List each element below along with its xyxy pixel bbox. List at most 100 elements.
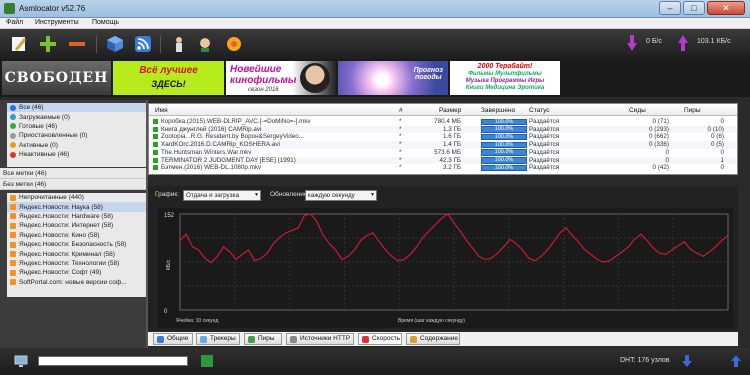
table-row[interactable]: Бэтмен.(2016) WEB-DL.1080p.mkv * 3.2 ГБ Раз… xyxy=(149,164,737,172)
col-peers[interactable]: Пиры xyxy=(684,107,701,114)
cell-name: Бэтмен.(2016) WEB-DL.1080p.mkv xyxy=(161,164,262,172)
feed-item[interactable]: Яндекс.Новости: Софт (49) xyxy=(7,268,146,277)
tab-peers[interactable]: Пиры xyxy=(244,333,282,345)
table-row[interactable]: XardKOrc.2016.D.CAMRip_KOSHERA.avi * 1.4 Г… xyxy=(149,141,737,149)
chart-left-note: Ячейка: 10 секунд xyxy=(176,317,218,324)
cube-button[interactable] xyxy=(104,33,126,55)
feed-item[interactable]: Яндекс.Новости: Безопасность (58) xyxy=(7,240,146,249)
close-button[interactable]: ✕ xyxy=(707,1,745,15)
feed-item[interactable]: Яндекс.Новости: Технологии (58) xyxy=(7,259,146,268)
filter-completed[interactable]: Готовые (46) xyxy=(7,122,146,131)
menu-tools[interactable]: Инструменты xyxy=(35,19,79,26)
cell-seeds: 0 (71) xyxy=(652,118,669,125)
seeding-icon xyxy=(153,119,158,124)
maximize-button[interactable]: □ xyxy=(683,1,705,15)
cell-status: Раздаётся xyxy=(529,148,560,156)
col-name[interactable]: Имя xyxy=(155,107,168,114)
col-seeds[interactable]: Сиды xyxy=(629,107,646,114)
cell-status: Раздаётся xyxy=(529,156,560,164)
tab-speed[interactable]: Скорость xyxy=(358,333,402,345)
progress-bar: 100.0% xyxy=(481,157,527,164)
labels-list: Все метки (46) Без метки (46) xyxy=(0,168,146,190)
cell-status: Раздаётся xyxy=(529,164,560,172)
table-row[interactable]: Zootopia. .R.G. Resident.by Bopoн&Sergey… xyxy=(149,133,737,141)
table-row[interactable]: The.Huntsman.Winters.War.mkv * 573.6 МБ Раз… xyxy=(149,149,737,157)
create-torrent-button[interactable] xyxy=(8,33,30,55)
feed-item[interactable]: Яндекс.Новости: Интернет (58) xyxy=(7,221,146,230)
progress-bar: 100.0% xyxy=(481,164,527,172)
col-size[interactable]: Размер xyxy=(439,107,461,114)
settings-button[interactable] xyxy=(223,33,245,55)
menu-file[interactable]: Файл xyxy=(6,19,23,26)
progress-bar: 100.0% xyxy=(481,141,527,149)
profile-button[interactable] xyxy=(168,33,190,55)
graph-select[interactable]: Отдача и загрузка ▼ xyxy=(183,190,261,201)
cell-size: 1.3 ГБ xyxy=(442,125,461,133)
monitor-icon[interactable] xyxy=(14,354,28,368)
tab-trackers[interactable]: Трекеры xyxy=(196,333,240,345)
tab-general[interactable]: Общие xyxy=(153,333,193,345)
banner-best-here[interactable]: Всё лучшее ЗДЕСЬ! xyxy=(113,61,224,95)
banner-2000tb[interactable]: 2000 Терабайт! Фильмы Мультфильмы Музыка… xyxy=(450,61,560,95)
progress-bar: 100.0% xyxy=(481,118,527,125)
table-header: Имя # Размер Завершено Статус Сиды Пиры xyxy=(149,106,737,116)
feed-item[interactable]: Яндекс.Новости: Кино (58) xyxy=(7,231,146,240)
flower-gear-icon xyxy=(227,37,241,51)
table-row[interactable]: Книга джунглей (2016) CAMRip.avi * 1.3 ГБ Р… xyxy=(149,125,737,134)
active-icon xyxy=(10,142,16,149)
filter-downloading[interactable]: Загружаемые (0) xyxy=(7,112,146,121)
torrent-table: Имя # Размер Завершено Статус Сиды Пиры … xyxy=(148,103,738,175)
filter-inactive[interactable]: Неактивные (46) xyxy=(7,150,146,159)
label-all[interactable]: Все метки (46) xyxy=(0,168,146,179)
banner-movies-line3: сезон 2016 xyxy=(248,87,279,93)
cell-name: Книга джунглей (2016) CAMRip.avi xyxy=(161,125,262,133)
banner-svoboden[interactable]: СВОБОДЕН xyxy=(2,61,111,95)
rss-button[interactable] xyxy=(132,33,154,55)
status-search-input[interactable] xyxy=(38,356,188,366)
feed-item[interactable]: Яндекс.Новости: Криминал (58) xyxy=(7,249,146,258)
app-icon xyxy=(4,3,15,14)
headset-icon xyxy=(198,36,212,52)
http-icon xyxy=(290,336,297,343)
minimize-button[interactable]: – xyxy=(659,1,681,15)
filter-all[interactable]: Все (46) xyxy=(7,103,146,113)
tab-content[interactable]: Содержание xyxy=(406,333,460,345)
col-num[interactable]: # xyxy=(399,107,403,114)
banner-new-movies[interactable]: Новейшие кинофильмы сезон 2016 xyxy=(226,61,336,95)
banner-weather[interactable]: Прогноз погоды xyxy=(338,61,448,95)
feed-item[interactable]: Непрочитанные (440) xyxy=(7,193,146,202)
inactive-icon xyxy=(10,151,16,158)
download-arrow-icon xyxy=(682,355,692,367)
col-status[interactable]: Статус xyxy=(529,107,550,114)
menu-help[interactable]: Помощь xyxy=(92,19,119,26)
label-none[interactable]: Без метки (46) xyxy=(0,179,146,190)
y-top-label: 152 xyxy=(164,213,175,219)
table-row[interactable]: Коробка.(2015).WEB-DLRIP_AVC.[-=DoMiNo=-… xyxy=(149,118,737,126)
cell-num: * xyxy=(399,148,402,156)
cell-seeds: 0 xyxy=(665,156,669,164)
table-row[interactable]: TERMINATOR 2 JUDGMENT DAY [ESE] (1991) * 4… xyxy=(149,156,737,165)
filter-active[interactable]: Активные (0) xyxy=(7,141,146,150)
feed-item[interactable]: SoftPortal.com: новые версии соф... xyxy=(7,278,146,287)
rss-icon xyxy=(10,222,16,229)
col-done[interactable]: Завершено xyxy=(481,107,515,114)
tab-http-sources[interactable]: Источники HTTP xyxy=(286,333,354,345)
update-select[interactable]: каждую секунду ▼ xyxy=(305,190,377,201)
support-button[interactable] xyxy=(194,33,216,55)
toolbar-separator xyxy=(160,35,161,53)
rss-icon xyxy=(10,251,16,258)
seeding-icon xyxy=(153,165,158,171)
seeding-icon xyxy=(153,126,158,132)
pen-icon xyxy=(12,37,26,51)
peers-icon xyxy=(248,336,255,343)
feed-item[interactable]: Яндекс.Новости: Hardware (58) xyxy=(7,212,146,221)
rss-icon xyxy=(10,241,16,248)
cell-status: Раздаётся xyxy=(529,133,560,141)
network-icon[interactable] xyxy=(200,354,214,368)
add-torrent-button[interactable] xyxy=(37,33,59,55)
filter-paused[interactable]: Приостановленные (0) xyxy=(7,131,146,140)
seeding-icon xyxy=(153,142,158,148)
remove-torrent-button[interactable] xyxy=(66,33,88,55)
feed-item[interactable]: Яндекс.Новости: Наука (58) xyxy=(7,202,146,212)
banner-movies-line2: кинофильмы xyxy=(230,75,297,86)
